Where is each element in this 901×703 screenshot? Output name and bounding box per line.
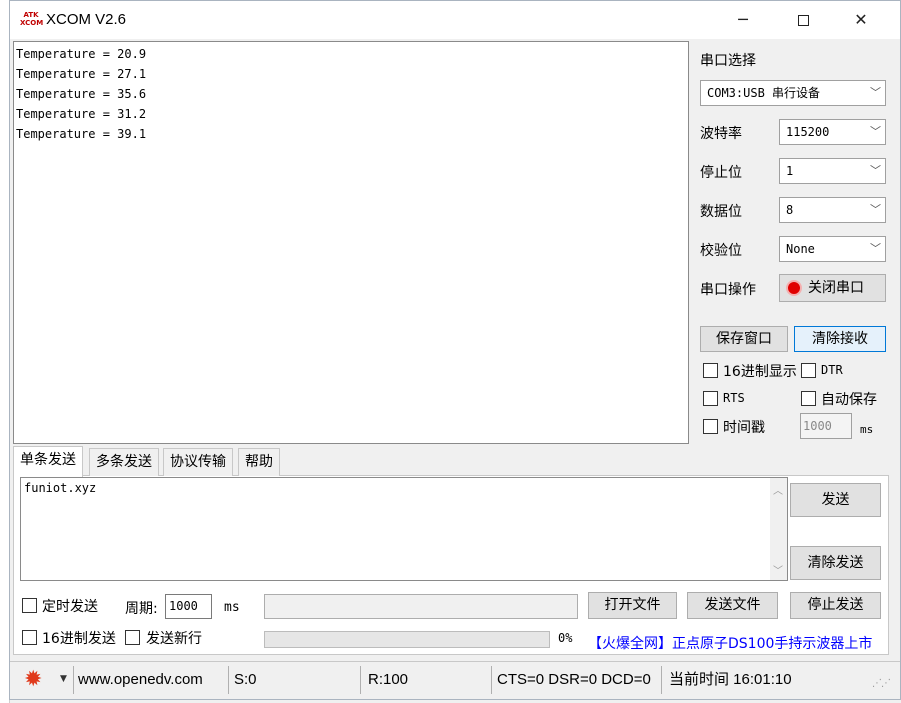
close-port-button[interactable]: 关闭串口 <box>779 274 886 302</box>
tab-help[interactable]: 帮助 <box>238 448 280 476</box>
timestamp-interval-value: 1000 <box>803 419 832 433</box>
close-icon: ✕ <box>854 10 868 29</box>
receive-line: Temperature = 31.2 <box>16 107 147 121</box>
record-icon <box>786 280 802 296</box>
open-file-button[interactable]: 打开文件 <box>588 592 677 619</box>
port-select-label: 串口选择 <box>700 53 756 69</box>
rts-label: RTS <box>723 391 745 405</box>
scroll-up-icon: ︿ <box>773 486 783 497</box>
parity-value: None <box>786 242 815 256</box>
hex-send-checkbox[interactable] <box>22 630 37 645</box>
timestamp-label: 时间戳 <box>723 420 765 436</box>
receive-line: Temperature = 27.1 <box>16 67 147 81</box>
hex-send-label: 16进制发送 <box>42 631 116 647</box>
send-progress-bar <box>264 631 550 648</box>
status-bar: ✹ ▼ www.openedv.com S:0 R:100 CTS=0 DSR=… <box>10 661 900 699</box>
maximize-button[interactable] <box>780 1 826 39</box>
baud-label: 波特率 <box>700 126 742 142</box>
data-bits-label: 数据位 <box>700 204 742 220</box>
chevron-down-icon: ﹀ <box>870 125 881 138</box>
rts-checkbox[interactable] <box>703 391 718 406</box>
send-input[interactable]: funiot.xyz ︿ ﹀ <box>20 477 788 581</box>
receive-area[interactable]: Temperature = 20.9 Temperature = 27.1 Te… <box>13 41 689 444</box>
period-field[interactable]: 1000 <box>165 594 212 619</box>
dtr-checkbox[interactable] <box>801 363 816 378</box>
status-separator <box>661 666 662 694</box>
current-time: 当前时间 16:01:10 <box>669 671 792 688</box>
timed-send-checkbox[interactable] <box>22 598 37 613</box>
parity-select[interactable]: None ﹀ <box>779 236 886 262</box>
window-title: XCOM V2.6 <box>46 11 127 28</box>
maximize-icon <box>797 15 809 26</box>
stop-send-button[interactable]: 停止发送 <box>790 592 881 619</box>
status-separator <box>360 666 361 694</box>
clear-receive-button[interactable]: 清除接收 <box>794 326 886 352</box>
gear-icon[interactable]: ✹ <box>24 668 42 692</box>
auto-save-label: 自动保存 <box>821 392 877 408</box>
hex-display-checkbox[interactable] <box>703 363 718 378</box>
status-separator <box>73 666 74 694</box>
port-op-label: 串口操作 <box>700 282 756 298</box>
port-select[interactable]: COM3:USB 串行设备 ﹀ <box>700 80 886 106</box>
title-bar[interactable]: ATK XCOM XCOM V2.6 ─ ✕ <box>10 1 900 39</box>
tab-protocol[interactable]: 协议传输 <box>163 448 233 476</box>
sent-count: S:0 <box>234 671 257 688</box>
timestamp-checkbox[interactable] <box>703 419 718 434</box>
period-value: 1000 <box>169 599 198 613</box>
scroll-down-icon: ﹀ <box>773 566 783 577</box>
data-bits-select[interactable]: 8 ﹀ <box>779 197 886 223</box>
website-link[interactable]: www.openedv.com <box>78 670 203 690</box>
resize-grip-icon[interactable]: ⋰⋰ <box>872 678 891 689</box>
send-newline-checkbox[interactable] <box>125 630 140 645</box>
baud-select-value: 115200 <box>786 125 830 139</box>
dtr-label: DTR <box>821 363 843 377</box>
timed-send-label: 定时发送 <box>42 599 98 615</box>
receive-line: Temperature = 39.1 <box>16 127 147 141</box>
baud-select[interactable]: 115200 ﹀ <box>779 119 886 145</box>
received-count[interactable]: R:100 <box>368 670 408 690</box>
send-text: funiot.xyz <box>24 481 97 495</box>
modem-lines: CTS=0 DSR=0 DCD=0 <box>497 671 651 688</box>
status-separator <box>228 666 229 694</box>
ad-link[interactable]: 【火爆全网】正点原子DS100手持示波器上市 <box>588 633 872 653</box>
timestamp-ms-label: ms <box>860 423 874 436</box>
minimize-icon: ─ <box>738 10 748 29</box>
app-logo-icon: ATK XCOM <box>20 11 44 27</box>
chevron-down-icon: ﹀ <box>870 242 881 255</box>
port-select-value: COM3:USB 串行设备 <box>707 86 821 100</box>
period-ms-label: ms <box>224 600 240 615</box>
hex-display-label: 16进制显示 <box>723 364 797 380</box>
stop-bits-label: 停止位 <box>700 165 742 181</box>
chevron-down-icon: ﹀ <box>870 164 881 177</box>
send-progress-text: 0% <box>558 631 573 645</box>
timestamp-interval-field[interactable]: 1000 <box>800 413 852 439</box>
stop-bits-value: 1 <box>786 164 794 178</box>
tab-multi-send[interactable]: 多条发送 <box>89 448 159 476</box>
receive-line: Temperature = 20.9 <box>16 47 147 61</box>
file-path-field[interactable] <box>264 594 578 619</box>
minimize-button[interactable]: ─ <box>720 1 766 39</box>
send-file-button[interactable]: 发送文件 <box>687 592 778 619</box>
close-port-label: 关闭串口 <box>808 280 864 296</box>
close-button[interactable]: ✕ <box>838 1 884 39</box>
clear-send-button[interactable]: 清除发送 <box>790 546 881 580</box>
stop-bits-select[interactable]: 1 ﹀ <box>779 158 886 184</box>
auto-save-checkbox[interactable] <box>801 391 816 406</box>
status-separator <box>491 666 492 694</box>
xcom-window: ATK XCOM XCOM V2.6 ─ ✕ Temperature = 20.… <box>9 0 901 700</box>
send-scrollbar[interactable]: ︿ ﹀ <box>770 478 787 580</box>
send-newline-label: 发送新行 <box>146 631 202 647</box>
tab-single-send[interactable]: 单条发送 <box>13 446 83 477</box>
parity-label: 校验位 <box>700 243 742 259</box>
data-bits-value: 8 <box>786 203 794 217</box>
dropdown-arrow-icon[interactable]: ▼ <box>60 674 67 684</box>
save-window-button[interactable]: 保存窗口 <box>700 326 788 352</box>
receive-line: Temperature = 35.6 <box>16 87 147 101</box>
send-button[interactable]: 发送 <box>790 483 881 517</box>
chevron-down-icon: ﹀ <box>870 86 881 99</box>
period-label: 周期: <box>125 601 158 617</box>
chevron-down-icon: ﹀ <box>870 203 881 216</box>
